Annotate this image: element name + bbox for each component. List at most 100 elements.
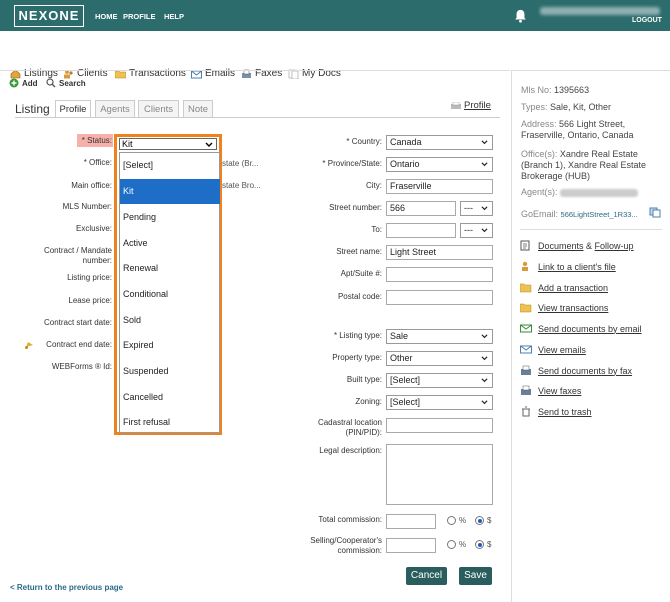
city-label: City: [366,181,382,190]
return-previous-page-link[interactable]: < Return to the previous page [10,583,123,592]
selling-commission-input[interactable] [386,538,436,553]
tab-divider [15,117,500,118]
goemail-address[interactable]: 566LightStreet_1R33... [561,210,638,219]
street-name-label: Street name: [336,247,382,256]
view-emails-link[interactable]: View emails [520,344,586,355]
province-label: * Province/State: [322,159,382,168]
chevron-down-icon [205,142,213,147]
print-icon [451,101,461,109]
nexone-logo[interactable]: NEXONE [14,5,84,27]
contract-mandate-label: Contract / Mandate number: [43,246,112,265]
copy-icon[interactable] [649,207,661,218]
cancel-button[interactable]: Cancel [406,567,447,585]
nav-home[interactable]: HOME [95,12,118,21]
top-bar: NEXONE HOME PROFILE HELP LOGOUT [0,0,670,31]
dollar-label: $ [487,516,492,525]
documents-icon [520,240,530,251]
legal-description-label: Legal description: [319,446,382,455]
cadastral-input[interactable] [386,418,493,433]
status-option-kit[interactable]: Kit [120,179,220,204]
status-select[interactable]: Kit [119,138,217,150]
apt-input[interactable] [386,267,493,282]
postal-code-label: Postal code: [337,292,382,301]
status-dropdown[interactable]: Kit [Select] Kit Pending Active Renewal … [114,134,222,435]
add-transaction-link[interactable]: Add a transaction [520,282,608,293]
lease-price-label: Lease price: [68,296,112,305]
status-label: * Status: [81,136,112,145]
documents-follow-up-link[interactable]: Documents & Follow-up [520,240,634,251]
total-commission-input[interactable] [386,514,436,529]
status-option-sold[interactable]: Sold [120,308,220,333]
fax-icon [521,385,531,395]
mls-number-label: MLS Number: [62,202,112,211]
status-option-select[interactable]: [Select] [120,153,220,178]
view-transactions-link[interactable]: View transactions [520,302,608,313]
tab-note[interactable]: Note [183,100,213,118]
status-option-expired[interactable]: Expired [120,333,220,358]
link-client-file-link[interactable]: Link to a client's file [520,261,616,272]
total-commission-dollar-radio[interactable] [475,516,484,525]
status-option-pending[interactable]: Pending [120,205,220,230]
client-link-icon [522,261,528,271]
send-documents-fax-link[interactable]: Send documents by fax [520,365,632,376]
selling-commission-dollar-radio[interactable] [475,540,484,549]
dollar-label: $ [487,540,492,549]
total-commission-percent-radio[interactable] [447,516,456,525]
module-nav: Listings Clients Transactions Emails Fax… [0,31,670,79]
status-option-first-refusal[interactable]: First refusal [120,410,220,435]
built-type-select[interactable]: [Select] [386,373,493,388]
zoning-select[interactable]: [Select] [386,395,493,410]
send-documents-email-link[interactable]: Send documents by email [520,323,642,334]
view-faxes-link[interactable]: View faxes [520,385,581,396]
to-suffix-select[interactable]: --- [460,223,493,238]
listing-type-select[interactable]: Sale [386,329,493,344]
exclusive-label: Exclusive: [75,224,112,233]
listing-type-label: * Listing type: [333,331,382,340]
legal-description-textarea[interactable] [386,444,493,505]
selling-commission-label: Selling/Cooperator's commission: [310,536,382,555]
status-option-conditional[interactable]: Conditional [120,282,220,307]
types-info: Types: Sale, Kit, Other [521,102,612,112]
province-select[interactable]: Ontario [386,157,493,172]
to-input[interactable] [386,223,456,238]
property-type-select[interactable]: Other [386,351,493,366]
search-button[interactable]: Search [46,78,86,88]
city-input[interactable]: Fraserville [386,179,493,194]
office-value: state (Br... [222,159,259,168]
street-name-input[interactable]: Light Street [386,245,493,260]
offices-info: Office(s): Xandre Real Estate (Branch 1)… [521,149,647,181]
postal-code-input[interactable] [386,290,493,305]
nav-help[interactable]: HELP [164,12,184,21]
country-label: * Country: [346,137,382,146]
goemail-info: GoEmail: 566LightStreet_1R33... [521,209,638,219]
status-options-list: [Select] Kit Pending Active Renewal Cond… [119,152,220,433]
nav-profile[interactable]: PROFILE [123,12,156,21]
street-number-suffix-select[interactable]: --- [460,201,493,216]
add-button[interactable]: Add [9,78,38,88]
tab-clients[interactable]: Clients [138,100,179,118]
tab-agents[interactable]: Agents [95,100,135,118]
main-office-label: Main office: [71,181,112,190]
bell-icon[interactable] [514,9,527,23]
status-option-renewal[interactable]: Renewal [120,256,220,281]
email-icon [520,324,532,333]
selling-commission-percent-radio[interactable] [447,540,456,549]
property-type-label: Property type: [332,353,382,362]
status-option-suspended[interactable]: Suspended [120,359,220,384]
tab-profile[interactable]: Profile [55,100,91,118]
webforms-label: WEBForms ® Id: [51,362,112,371]
total-commission-label: Total commission: [318,515,382,524]
agents-info: Agent(s): [521,187,639,198]
country-select[interactable]: Canada [386,135,493,150]
status-option-cancelled[interactable]: Cancelled [120,385,220,410]
page-title: Listing [15,102,50,116]
send-to-trash-link[interactable]: Send to trash [520,406,592,417]
search-icon [46,78,56,88]
save-button[interactable]: Save [459,567,492,585]
logout-link[interactable]: LOGOUT [632,17,662,24]
status-option-active[interactable]: Active [120,231,220,256]
add-icon [9,78,19,88]
street-number-input[interactable]: 566 [386,201,456,216]
profile-print-link[interactable]: Profile [451,100,491,111]
main-office-value: state Bro... [222,181,261,190]
